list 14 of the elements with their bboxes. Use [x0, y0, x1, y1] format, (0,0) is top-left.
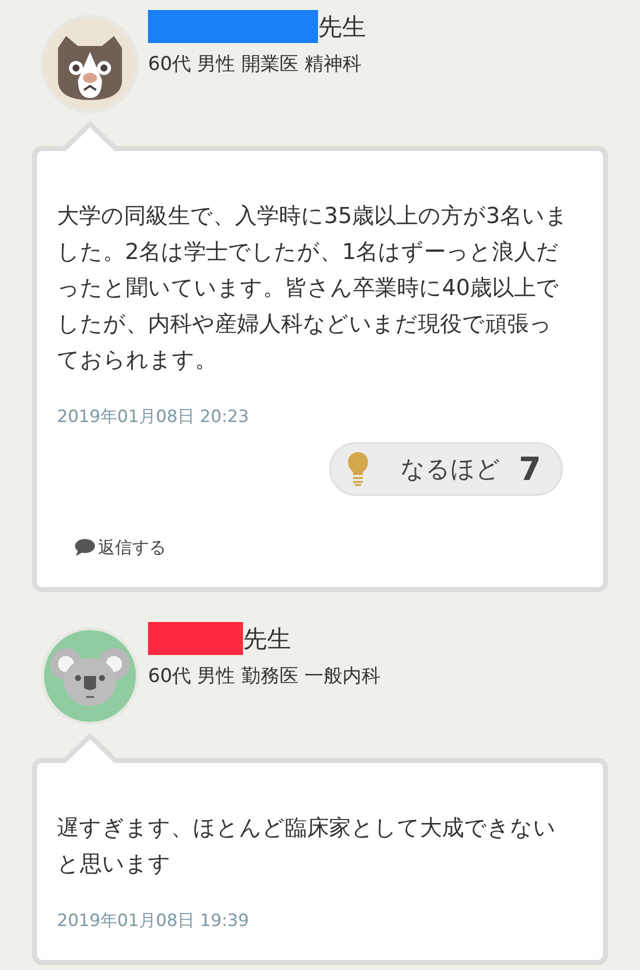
comment-text: 遅すぎます、ほとんど臨床家として大成できないと思います — [57, 815, 557, 879]
doctor-profile: 60代 男性 勤務医 一般内科 — [148, 664, 380, 689]
honorific-text: 先生 — [318, 12, 366, 42]
honorific-text: 先生 — [243, 624, 291, 654]
doctor-profile: 60代 男性 開業医 精神科 — [148, 52, 362, 77]
comment-date: 2019年01月08日 19:39 — [57, 910, 249, 932]
naruhodo-button[interactable]: なるほど 7 — [328, 442, 563, 496]
cat-avatar-icon — [44, 18, 136, 110]
lightbulb-icon — [346, 451, 369, 487]
comment-date: 2019年01月08日 20:23 — [57, 406, 249, 428]
comment-text: 大学の同級生で、入学時に35歳以上の方が3名いました。2名は学士でしたが、1名はずーっと浪人だったと聞いています。皆さん卒業時に40歳以上でしたが、内科や産婦人科などいまだ現役で頑張っておられます。 — [57, 203, 569, 375]
speech-bubble-icon — [75, 539, 95, 556]
koala-avatar-icon — [44, 630, 136, 722]
reply-link[interactable]: 返信する — [75, 536, 166, 559]
